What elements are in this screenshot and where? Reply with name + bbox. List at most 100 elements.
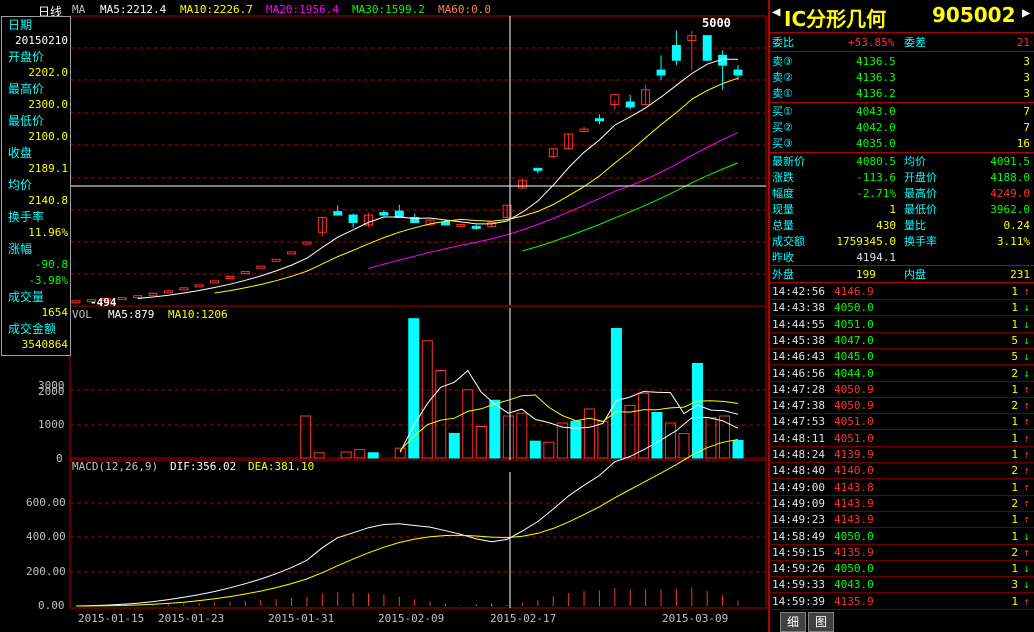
vol-axis-0: 0 (56, 452, 63, 465)
trade-price: 4050.9 (834, 399, 874, 413)
security-name: IC分形几何 (784, 7, 887, 31)
trade-price: 4050.0 (834, 562, 874, 576)
vol-axis-2000: 2000 (38, 385, 65, 398)
volume-bar (583, 408, 595, 459)
volume-bar (489, 399, 501, 459)
trade-time: 14:43:38 (772, 301, 825, 315)
quote-row: 成交额 1759345.0 换手率 3.11% (772, 234, 1030, 249)
trade-row[interactable]: 14:59:15 4135.9 2 ↑ (772, 545, 1030, 560)
trade-direction-icon: ↑ (1023, 594, 1030, 608)
info-label: 最高价 (8, 82, 45, 96)
volume-bar (340, 451, 352, 459)
trade-row[interactable]: 14:58:49 4050.0 1 ↓ (772, 529, 1030, 544)
quote-value: 1 (889, 203, 896, 216)
trade-price: 4051.0 (834, 431, 874, 445)
candle-body (71, 300, 81, 304)
title-left-arrow-icon[interactable]: ◀ (772, 4, 780, 20)
trade-row[interactable]: 14:48:24 4139.9 1 ↑ (772, 447, 1030, 462)
trade-time: 14:46:43 (772, 350, 825, 364)
dea-legend: DEA:381.10 (248, 460, 315, 473)
info-value: 2140.8 (28, 194, 68, 207)
trade-row[interactable]: 14:49:09 4143.9 2 ↑ (772, 496, 1030, 511)
quote-row: 最新价 4080.5 均价 4091.5 (772, 154, 1030, 169)
info-value: -90.8 (34, 258, 68, 271)
quote-value: 0.24 (1003, 219, 1031, 232)
date-axis-label: 2015-01-15 (78, 612, 145, 625)
quote-label: 最新价 (772, 155, 805, 168)
date-axis-label: 2015-03-09 (662, 612, 729, 625)
trade-price: 4043.0 (834, 578, 874, 592)
trade-row[interactable]: 14:59:39 4135.9 1 ↑ (772, 594, 1030, 609)
quote-row: 总量 430 量比 0.24 (772, 218, 1030, 233)
info-label: 涨幅 (8, 242, 33, 256)
trade-row[interactable]: 14:47:38 4050.9 2 ↑ (772, 398, 1030, 413)
trade-row[interactable]: 14:59:33 4043.0 3 ↓ (772, 577, 1030, 592)
trade-direction-icon: ↓ (1023, 333, 1030, 347)
trade-row[interactable]: 14:46:43 4045.0 5 ↓ (772, 349, 1030, 364)
peak-label: 5000 (702, 16, 731, 30)
trade-direction-icon: ↑ (1023, 464, 1030, 478)
candle-body (702, 35, 712, 61)
trade-row[interactable]: 14:43:38 4050.0 1 ↓ (772, 300, 1030, 315)
trade-row[interactable]: 14:49:23 4143.9 1 ↑ (772, 512, 1030, 527)
trade-time: 14:49:00 (772, 480, 825, 494)
trade-row[interactable]: 14:46:56 4044.0 2 ↓ (772, 366, 1030, 381)
quote-value: 4091.5 (990, 155, 1030, 168)
tab-chart[interactable]: 图 (808, 612, 834, 632)
trade-row[interactable]: 14:47:53 4051.0 1 ↑ (772, 414, 1030, 429)
trade-direction-icon: ↓ (1023, 562, 1030, 576)
trade-time: 14:58:49 (772, 529, 825, 543)
quote-value: -2.71% (856, 187, 896, 200)
quote-label: 开盘价 (904, 171, 937, 184)
dif-legend: DIF:356.02 (170, 460, 237, 473)
vol-label: VOL (72, 308, 92, 321)
quote-value: 3962.0 (990, 203, 1030, 216)
trade-time: 14:48:40 (772, 464, 825, 478)
trade-price: 4143.9 (834, 513, 874, 527)
trade-row[interactable]: 14:48:11 4051.0 1 ↑ (772, 431, 1030, 446)
trade-qty: 1 (1011, 301, 1018, 315)
trade-row[interactable]: 14:49:00 4143.8 1 ↑ (772, 480, 1030, 495)
volume-bar (475, 426, 487, 459)
trade-price: 4143.9 (834, 496, 874, 510)
candle-body (733, 69, 743, 76)
trade-price: 4135.9 (834, 594, 874, 608)
trade-row[interactable]: 14:59:26 4050.0 1 ↓ (772, 561, 1030, 576)
candle-body (271, 258, 281, 262)
trade-time: 14:59:39 (772, 594, 825, 608)
volume-bars-layer (300, 318, 744, 459)
trade-row[interactable]: 14:42:56 4146.9 1 ↑ (772, 284, 1030, 299)
trade-qty: 1 (1011, 480, 1018, 494)
ma60-legend: MA60:0.0 (438, 3, 491, 16)
info-label: 换手率 (8, 210, 45, 224)
info-value: 11.96% (28, 226, 68, 239)
date-axis-label: 2015-01-23 (158, 612, 225, 625)
info-value: 2300.0 (28, 98, 68, 111)
trade-row[interactable]: 14:48:40 4140.0 2 ↑ (772, 463, 1030, 478)
ask-row: 卖② 4136.3 3 (772, 71, 1030, 84)
trade-row[interactable]: 14:44:55 4051.0 1 ↓ (772, 317, 1030, 332)
macd-panel-frame (69, 457, 767, 609)
trade-qty: 1 (1011, 317, 1018, 331)
trade-qty: 2 (1011, 399, 1018, 413)
trade-row[interactable]: 14:45:38 4047.0 5 ↓ (772, 333, 1030, 348)
tab-detail[interactable]: 细 (780, 612, 806, 632)
trade-row[interactable]: 14:47:28 4050.9 1 ↑ (772, 382, 1030, 397)
volume-bar (597, 420, 609, 459)
trade-time: 14:47:38 (772, 399, 825, 413)
quote-label: 最高价 (904, 187, 937, 200)
trade-qty: 2 (1011, 496, 1018, 510)
volume-bar (678, 433, 690, 459)
volume-bar (732, 440, 744, 459)
volume-bar (516, 412, 528, 459)
trade-qty: 1 (1011, 529, 1018, 543)
volume-bar (651, 412, 663, 459)
title-right-arrow-icon[interactable]: ▶ (1022, 5, 1030, 21)
quote-value: 4080.5 (856, 155, 896, 168)
trade-direction-icon: ↓ (1023, 317, 1030, 331)
trade-price: 4050.9 (834, 382, 874, 396)
info-value: 20150210 (15, 34, 68, 47)
info-label: 成交金额 (8, 322, 57, 336)
macd-label: MACD(12,26,9) (72, 460, 159, 473)
trade-price: 4047.0 (834, 333, 874, 347)
